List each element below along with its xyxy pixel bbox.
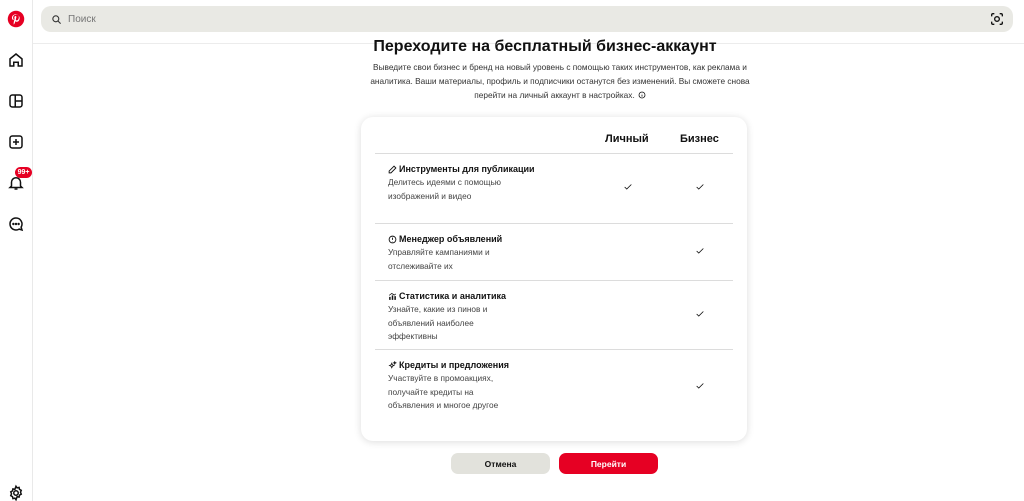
column-business: Бизнес bbox=[680, 133, 719, 145]
pencil-icon bbox=[388, 164, 397, 173]
notifications-icon[interactable]: 99+ bbox=[4, 167, 32, 195]
sidebar: 99+ bbox=[0, 0, 33, 501]
description-text: Выведите свои бизнес и бренд на новый ур… bbox=[370, 62, 750, 100]
feature-title-text: Кредиты и предложения bbox=[399, 360, 509, 370]
feature-row-publishing: Инструменты для публикации Делитесь идея… bbox=[375, 154, 733, 224]
feature-description: Узнайте, какие из пинов и объявлений наи… bbox=[388, 304, 488, 341]
check-icon bbox=[624, 184, 632, 190]
camera-search-icon[interactable] bbox=[989, 11, 1005, 27]
feature-title: Инструменты для публикации bbox=[388, 164, 535, 174]
cancel-button[interactable]: Отмена bbox=[451, 453, 550, 474]
feature-title: Кредиты и предложения bbox=[388, 360, 509, 370]
analytics-icon bbox=[388, 292, 397, 300]
page-description: Выведите свои бизнес и бренд на новый ур… bbox=[370, 60, 750, 102]
feature-title: Менеджер объявлений bbox=[388, 234, 502, 244]
feature-description: Делитесь идеями с помощью изображений и … bbox=[388, 177, 502, 201]
messages-icon[interactable] bbox=[4, 212, 28, 236]
continue-button[interactable]: Перейти bbox=[559, 453, 658, 474]
info-icon[interactable] bbox=[638, 89, 646, 99]
page-title: Переходите на бесплатный бизнес-аккаунт bbox=[373, 38, 717, 55]
feature-description: Управляйте кампаниями и отслеживайте их bbox=[388, 247, 490, 271]
sparkle-icon bbox=[388, 360, 397, 369]
alert-circle-icon bbox=[388, 235, 397, 243]
check-icon bbox=[696, 311, 704, 317]
check-icon bbox=[696, 248, 704, 254]
create-icon[interactable] bbox=[4, 130, 28, 154]
feature-row-analytics: Статистика и аналитика Узнайте, какие из… bbox=[375, 281, 733, 350]
pinterest-logo-icon[interactable] bbox=[4, 7, 28, 31]
notification-badge: 99+ bbox=[15, 167, 32, 178]
search-bar[interactable] bbox=[41, 6, 1013, 32]
settings-icon[interactable] bbox=[4, 481, 28, 501]
feature-title-text: Менеджер объявлений bbox=[399, 234, 503, 244]
column-personal: Личный bbox=[605, 133, 649, 145]
search-icon bbox=[51, 12, 65, 26]
feature-title-text: Инструменты для публикации bbox=[399, 164, 535, 174]
check-icon bbox=[696, 383, 704, 389]
feature-row-credits: Кредиты и предложения Участвуйте в промо… bbox=[375, 350, 733, 430]
feature-title-text: Статистика и аналитика bbox=[399, 291, 506, 301]
feature-description: Участвуйте в промоакциях, получайте кред… bbox=[388, 373, 499, 410]
feature-title: Статистика и аналитика bbox=[388, 291, 506, 301]
search-input[interactable] bbox=[68, 13, 948, 25]
comparison-card: Личный Бизнес Инструменты для публикации… bbox=[361, 117, 747, 441]
feature-row-ads-manager: Менеджер объявлений Управляйте кампаниям… bbox=[375, 224, 733, 281]
explore-icon[interactable] bbox=[4, 89, 28, 113]
check-icon bbox=[696, 184, 704, 190]
